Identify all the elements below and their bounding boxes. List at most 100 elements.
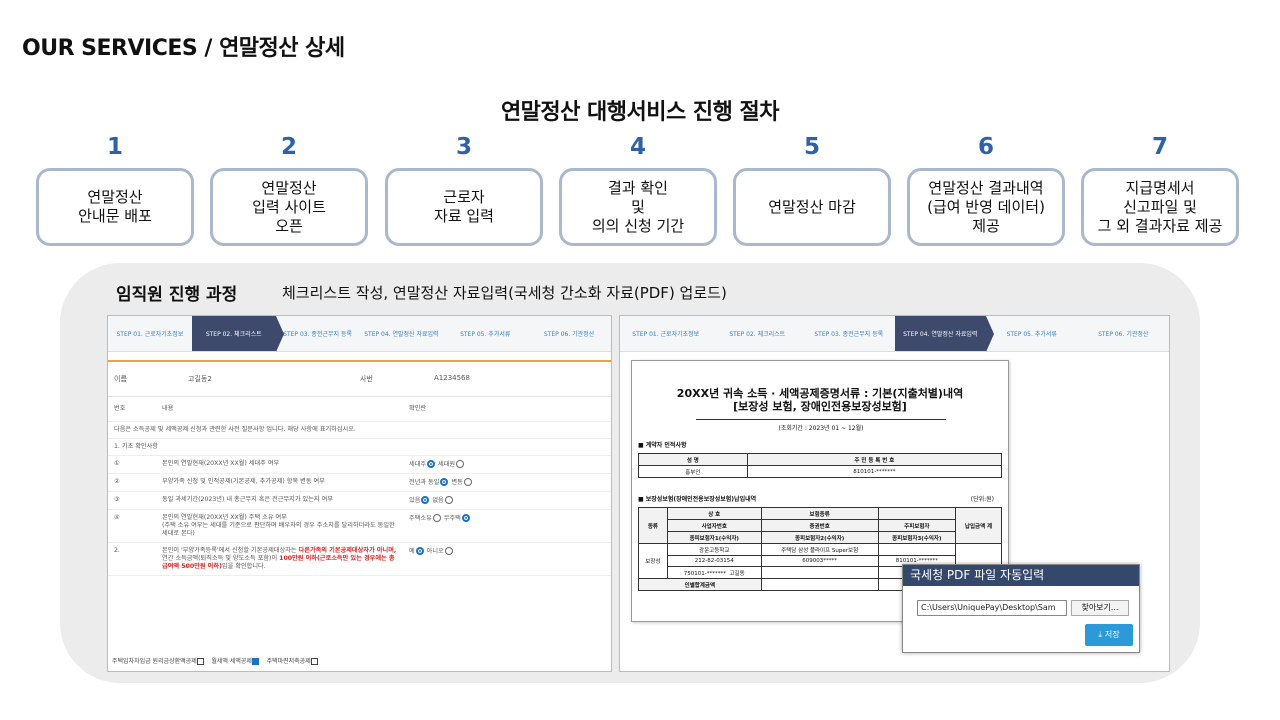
row-no: 2.	[108, 542, 156, 576]
step-progress-bar: STEP 01. 근로자기초정보 STEP 02. 체크리스트 STEP 03.…	[620, 316, 1169, 352]
option-label: 세대주	[409, 461, 427, 468]
option-label: 없음	[432, 497, 444, 504]
option-label: 예	[409, 548, 415, 555]
employee-info-row: 이름 고길동2 사번 A1234568	[108, 362, 611, 397]
radio-selected[interactable]	[427, 460, 436, 468]
row-text-part: 본인이 '부양가족등록'에서 신청할 기본공제대상자는	[162, 547, 299, 554]
table-cell	[877, 543, 957, 556]
checklist-table: 번호 내용 확인란 다음은 소득공제 및 세액공제 신청과 관련한 사전 질문사…	[108, 397, 611, 576]
row-text: 본인의 연말현재(20XX년 XX월) 주택 소유 여부 (주택 소유 여부는 …	[156, 509, 403, 543]
step-5: 5 연말정산 마감	[733, 132, 891, 246]
checklist-intro: 다음은 소득공제 및 세액공제 신청과 관련한 사전 질문사항 입니다. 해당 …	[108, 421, 611, 439]
table-cell: 750101-******* 고길동	[666, 566, 762, 579]
pdf-import-dialog: 국세청 PDF 파일 자동입력 C:\Users\UniquePay\Deskt…	[902, 564, 1140, 653]
table-header: 종피보험자1(수익자)	[666, 531, 762, 544]
name-value: 고길동2	[188, 375, 212, 383]
stepbar-item[interactable]: STEP 05. 추가서류	[986, 316, 1078, 351]
checklist-screenshot: STEP 01. 근로자기초정보 STEP 02. 체크리스트 STEP 03.…	[107, 315, 612, 672]
row-options: 예 아니오	[403, 542, 611, 576]
option-label: 무주택	[443, 515, 461, 522]
browse-button[interactable]: 찾아보기...	[1071, 600, 1129, 616]
stepbar-item[interactable]: STEP 03. 종전근무지 등록	[803, 316, 895, 351]
radio-selected[interactable]	[415, 547, 424, 555]
row-text-highlight: 다른가족의 기본공제대상자가 아니며,	[298, 547, 397, 554]
table-header: 종류	[638, 507, 668, 544]
stepbar-item[interactable]: STEP 01. 근로자기초정보	[108, 316, 192, 351]
checkbox-checked[interactable]	[251, 658, 259, 665]
step-box: 연말정산 입력 사이트 오픈	[210, 168, 368, 246]
table-header: 종피보험자3(수익자)	[877, 531, 957, 544]
checkbox[interactable]	[310, 658, 318, 665]
radio-selected[interactable]	[440, 478, 449, 486]
process-steps: 1 연말정산 안내문 배포 2 연말정산 입력 사이트 오픈 3 근로자 자료 …	[36, 132, 1240, 248]
name-label: 이름	[114, 375, 127, 383]
file-path-input[interactable]: C:\Users\UniquePay\Desktop\Sam	[917, 600, 1067, 616]
radio[interactable]	[432, 514, 441, 522]
stepbar-item[interactable]: STEP 05. 추가서류	[443, 316, 527, 351]
step-6: 6 연말정산 결과내역 (급여 반영 데이터) 제공	[907, 132, 1065, 246]
radio-selected[interactable]	[421, 496, 430, 504]
stepbar-item[interactable]: STEP 06. 기관정산	[527, 316, 611, 351]
contractor-table: 성 명주 민 등 록 번 호 홍부인 810101-*******	[638, 453, 1003, 478]
step-box: 결과 확인 및 의의 신청 기간	[559, 168, 717, 246]
radio[interactable]	[444, 496, 453, 504]
table-header: 증권번호	[760, 519, 879, 532]
save-button[interactable]: ⤓ 저장	[1085, 624, 1133, 646]
row-text: 동일 과세기간(2023년) 내 총근무지 혹은 전근무지가 있는지 여부	[156, 491, 403, 510]
radio-selected[interactable]	[461, 514, 470, 522]
table-header: 사업자번호	[666, 519, 762, 532]
radio[interactable]	[463, 478, 472, 486]
row-no: ④	[108, 509, 156, 543]
emp-label: 사번	[360, 375, 373, 383]
table-cell: 홍부인	[638, 465, 748, 478]
step-box: 연말정산 안내문 배포	[36, 168, 194, 246]
table-header: 성 명	[638, 453, 748, 466]
radio[interactable]	[444, 547, 453, 555]
dialog-body: C:\Users\UniquePay\Desktop\Sam 찾아보기... ⤓…	[903, 586, 1139, 654]
row-no: ③	[108, 491, 156, 510]
section-title: 연말정산 대행서비스 진행 절차	[500, 100, 780, 125]
stepbar-item[interactable]: STEP 04. 연말정산 자료입력	[359, 316, 443, 351]
step-4: 4 결과 확인 및 의의 신청 기간	[559, 132, 717, 246]
stepbar-item[interactable]: STEP 06. 기관정산	[1078, 316, 1170, 351]
row-text: 본인이 '부양가족등록'에서 신청할 기본공제대상자는 다른가족의 기본공제대상…	[156, 542, 403, 576]
table-row: ④ 본인의 연말현재(20XX년 XX월) 주택 소유 여부 (주택 소유 여부…	[108, 509, 611, 543]
stepbar-item[interactable]: STEP 03. 종전근무지 등록	[276, 316, 360, 351]
row-text: 본인의 연말현재(20XX년 XX월) 세대주 여부	[156, 455, 403, 474]
table-cell: 810101-*******	[746, 465, 1003, 478]
section-label: ■ 보장성보험(장애인전용보장성보험)납입내역	[638, 496, 757, 503]
step-number: 7	[1151, 134, 1168, 160]
stepbar-item-active[interactable]: STEP 04. 연말정산 자료입력	[894, 316, 994, 352]
step-progress-bar: STEP 01. 근로자기초정보 STEP 02. 체크리스트 STEP 03.…	[108, 316, 611, 352]
cell-text: 750101-*******	[683, 570, 726, 577]
doc-period: (조회기간 : 2023년 01 ~ 12월)	[696, 419, 946, 432]
col-no: 번호	[108, 397, 156, 422]
row-no: ②	[108, 473, 156, 492]
save-label: 저장	[1104, 630, 1120, 639]
table-cell: 주택담 삼성 플라이프 Super보험	[760, 543, 879, 556]
row-text: 부양가족 신청 및 인적공제(기본공제, 추가공제) 항목 변동 여부	[156, 473, 403, 492]
row-no: ①	[108, 455, 156, 474]
table-total: 인별합계금액	[638, 578, 762, 591]
doc-title-line: [보장성 보험, 장애인전용보장성보험]	[733, 400, 907, 413]
unit-label: (단위:원)	[970, 496, 994, 503]
stepbar-item[interactable]: STEP 02. 체크리스트	[712, 316, 804, 351]
panel-heading: 임직원 진행 과정	[116, 285, 238, 305]
download-icon: ⤓	[1098, 630, 1102, 639]
radio[interactable]	[456, 460, 465, 468]
doc-title-line: 20XX년 귀속 소득 · 세액공제증명서류 : 기본(지출처별)내역	[676, 387, 964, 400]
step-box: 지급명세서 신고파일 및 그 외 결과자료 제공	[1081, 168, 1239, 246]
table-cell: 보장성	[638, 543, 668, 579]
step-box: 근로자 자료 입력	[385, 168, 543, 246]
row-options: 주택소유 무주택	[403, 509, 611, 543]
checkbox[interactable]	[196, 658, 204, 665]
stepbar-item[interactable]: STEP 01. 근로자기초정보	[620, 316, 712, 351]
table-row: 2. 본인이 '부양가족등록'에서 신청할 기본공제대상자는 다른가족의 기본공…	[108, 542, 611, 576]
step-3: 3 근로자 자료 입력	[385, 132, 543, 246]
stepbar-item-active[interactable]: STEP 02. 체크리스트	[191, 316, 284, 352]
option-label: 전년과 동일	[409, 479, 440, 486]
step-box: 연말정산 마감	[733, 168, 891, 246]
table-header	[877, 507, 957, 520]
step-number: 1	[106, 134, 123, 160]
table-header: 보험종류	[760, 507, 879, 520]
